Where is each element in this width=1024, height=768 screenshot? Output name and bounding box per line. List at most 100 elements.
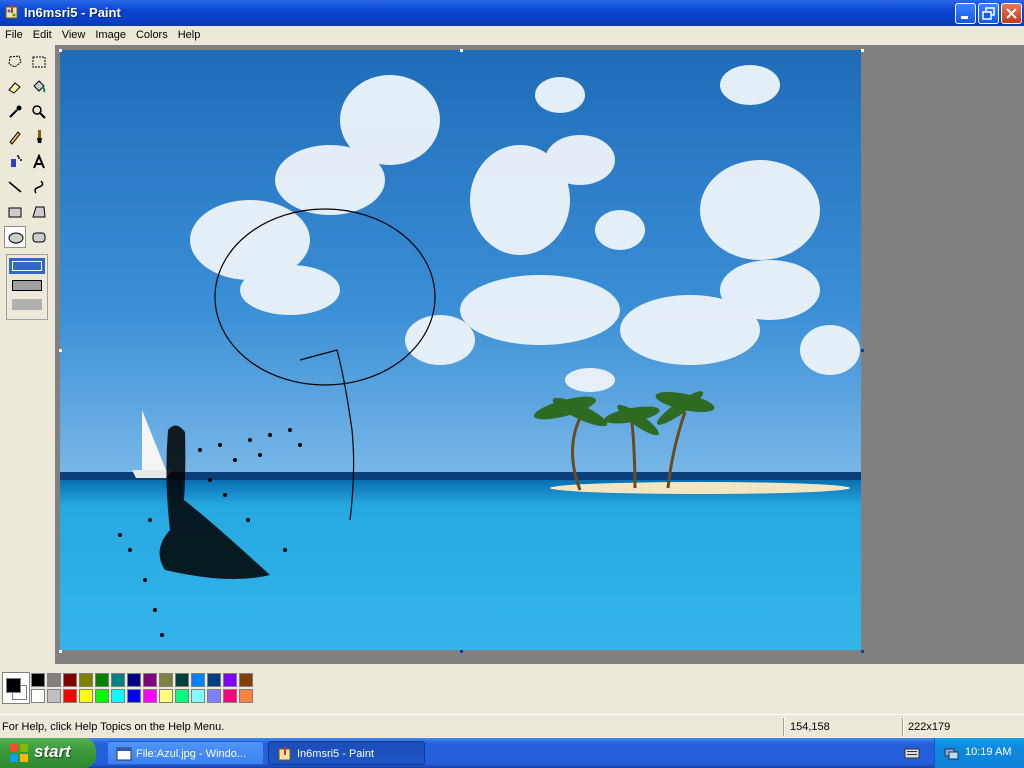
menu-image[interactable]: Image (90, 26, 131, 41)
text-icon (33, 154, 45, 169)
fill-with-color-tool[interactable] (28, 76, 50, 98)
palette-color-swatch[interactable] (239, 673, 253, 687)
palette-color-swatch[interactable] (95, 689, 109, 703)
taskbar-item-label: In6msri5 - Paint (297, 748, 375, 760)
minimize-button[interactable] (955, 3, 976, 24)
resize-handle (59, 49, 62, 52)
palette-color-swatch[interactable] (223, 689, 237, 703)
line-tool[interactable] (4, 176, 26, 198)
palette-color-swatch[interactable] (207, 689, 221, 703)
palette-color-swatch[interactable] (207, 673, 221, 687)
menu-edit[interactable]: Edit (28, 26, 57, 41)
palette-color-swatch[interactable] (63, 673, 77, 687)
keyboard-icon[interactable] (904, 746, 920, 760)
start-label: start (34, 742, 71, 761)
resize-handle (861, 49, 864, 52)
free-form-select-tool[interactable] (4, 51, 26, 73)
tool-box (0, 45, 55, 664)
menu-view[interactable]: View (57, 26, 91, 41)
palette-color-swatch[interactable] (143, 689, 157, 703)
polygon-tool[interactable] (28, 201, 50, 223)
paint-app-icon[interactable] (4, 4, 20, 20)
status-selection-size: 222x179 (908, 721, 951, 733)
fill-style-fill-option[interactable] (12, 299, 42, 310)
window-title: In6msri5 - Paint (24, 5, 121, 20)
select-tool[interactable] (28, 51, 50, 73)
magnifier-tool[interactable] (28, 101, 50, 123)
fill-style-outline-fill-option[interactable] (12, 280, 42, 291)
brush-tool[interactable] (28, 126, 50, 148)
palette-color-swatch[interactable] (143, 673, 157, 687)
magnifier-icon (32, 105, 46, 119)
status-cursor-position: 154,158 (790, 721, 830, 733)
close-button[interactable] (1001, 3, 1022, 24)
network-icon[interactable] (943, 745, 959, 761)
curve-tool[interactable] (28, 176, 50, 198)
clock[interactable]: 10:19 AM (965, 746, 1011, 758)
resize-handle-bottom[interactable] (460, 650, 463, 653)
rounded-rectangle-icon (32, 232, 46, 243)
resize-handle-corner[interactable] (861, 650, 864, 653)
eraser-tool[interactable] (4, 76, 26, 98)
palette-color-swatch[interactable] (95, 673, 109, 687)
paint-bucket-icon (33, 80, 46, 93)
current-colors (2, 672, 30, 704)
ellipse-tool[interactable] (4, 226, 26, 248)
palette-color-swatch[interactable] (127, 673, 141, 687)
resize-handle-right[interactable] (861, 349, 864, 352)
taskbar: start File:Azul.jpg - Windo... In6msri5 … (0, 738, 1024, 768)
palette-color-swatch[interactable] (47, 673, 61, 687)
taskbar-item-label: File:Azul.jpg - Windo... (136, 748, 247, 760)
curve-icon (34, 180, 44, 194)
palette-color-swatch[interactable] (111, 673, 125, 687)
rect-select-icon (32, 56, 46, 68)
resize-handle (59, 349, 62, 352)
palette-color-swatch[interactable] (31, 689, 45, 703)
rectangle-tool[interactable] (4, 201, 26, 223)
palette-color-swatch[interactable] (111, 689, 125, 703)
resize-handle (59, 650, 62, 653)
text-tool[interactable] (28, 151, 50, 173)
palette-color-swatch[interactable] (47, 689, 61, 703)
pick-color-tool[interactable] (4, 101, 26, 123)
menu-file[interactable]: File (0, 26, 28, 41)
drawing-canvas[interactable] (60, 50, 861, 650)
menu-help[interactable]: Help (173, 26, 206, 41)
brush-icon (37, 130, 42, 143)
windows-logo-icon (10, 744, 28, 762)
explorer-window-icon (116, 747, 132, 761)
eyedropper-icon (9, 105, 22, 118)
fill-style-outline-option[interactable] (9, 258, 45, 274)
palette-color-swatch[interactable] (175, 689, 189, 703)
canvas-area (55, 45, 1024, 664)
palette-color-swatch[interactable] (175, 673, 189, 687)
airbrush-icon (11, 155, 22, 167)
start-button[interactable]: start (0, 738, 96, 768)
palette-color-swatch[interactable] (191, 673, 205, 687)
palette-color-swatch[interactable] (63, 689, 77, 703)
menu-bar: File Edit View Image Colors Help (0, 26, 1024, 45)
foreground-color-swatch[interactable] (6, 678, 21, 693)
taskbar-item-paint[interactable]: In6msri5 - Paint (268, 741, 425, 765)
palette-color-swatch[interactable] (223, 673, 237, 687)
color-box (0, 664, 1024, 714)
menu-colors[interactable]: Colors (131, 26, 173, 41)
palette-color-swatch[interactable] (159, 689, 173, 703)
eraser-icon (8, 82, 21, 94)
restore-button[interactable] (978, 3, 999, 24)
paint-app-icon (278, 747, 291, 761)
palette-color-swatch[interactable] (127, 689, 141, 703)
rounded-rectangle-tool[interactable] (28, 226, 50, 248)
rectangle-icon (8, 207, 22, 218)
title-bar: In6msri5 - Paint (0, 0, 1024, 26)
airbrush-tool[interactable] (4, 151, 26, 173)
palette-color-swatch[interactable] (239, 689, 253, 703)
palette-color-swatch[interactable] (79, 673, 93, 687)
palette-color-swatch[interactable] (159, 673, 173, 687)
palette-color-swatch[interactable] (79, 689, 93, 703)
polygon-icon (32, 206, 46, 218)
taskbar-item-file-browser[interactable]: File:Azul.jpg - Windo... (107, 741, 264, 765)
palette-color-swatch[interactable] (31, 673, 45, 687)
palette-color-swatch[interactable] (191, 689, 205, 703)
pencil-tool[interactable] (4, 126, 26, 148)
